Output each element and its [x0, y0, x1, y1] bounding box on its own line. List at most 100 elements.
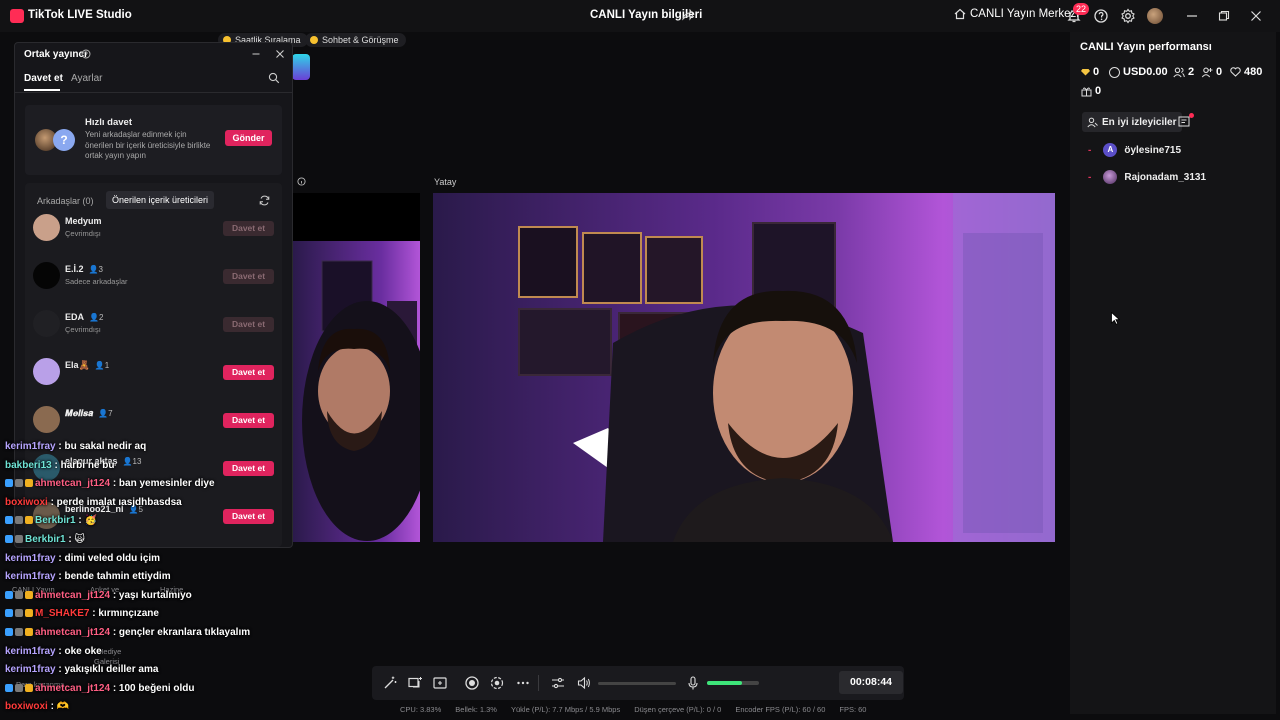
viewer-rank-dash: - [1088, 144, 1092, 156]
gift-icon [1081, 86, 1092, 96]
likes-stat: 480 [1230, 66, 1262, 78]
chat-username[interactable]: kerim1fray [5, 664, 56, 675]
invite-button[interactable]: Davet et [223, 413, 274, 428]
viewer-avatar: A [1103, 143, 1118, 157]
close-window-icon[interactable] [1248, 8, 1264, 24]
effects-thumbnail[interactable] [292, 54, 310, 80]
live-center-button[interactable]: CANLI Yayın Merkezi [954, 8, 1079, 20]
viewer-item[interactable]: - A öylesine715 [1088, 143, 1181, 157]
landscape-preview[interactable] [433, 193, 1055, 542]
user-badge-icon [15, 590, 23, 599]
user-badge-icon [25, 516, 33, 525]
microphone-icon[interactable] [685, 675, 701, 691]
chat-username[interactable]: ahmetcan_jt124 [35, 627, 110, 638]
leaderboard-icon[interactable] [1177, 113, 1194, 128]
performance-panel: CANLI Yayın performansı 0 USD0.00 2 0 48… [1070, 32, 1276, 714]
followers-stat: 0 [1201, 66, 1222, 78]
tab-suggested-creators[interactable]: Önerilen içerik üreticileri [106, 191, 215, 209]
creator-avatar[interactable] [33, 214, 60, 241]
chat-username[interactable]: ahmetcan_jt124 [35, 478, 110, 489]
chat-username[interactable]: kerim1fray [5, 441, 56, 452]
earnings-stat: USD0.00 [1109, 66, 1168, 78]
chat-username[interactable]: boxiwoxi [5, 701, 48, 712]
chat-message: kerim1fray : bu sakal nedir aq [5, 441, 146, 452]
creator-avatar[interactable] [33, 310, 60, 337]
add-source-icon[interactable] [407, 675, 423, 691]
microphone-level-fill [707, 681, 742, 685]
invite-button[interactable]: Davet et [223, 365, 274, 380]
restore-icon[interactable] [1216, 8, 1232, 24]
share-icon[interactable] [682, 9, 694, 21]
invite-button[interactable]: Davet et [223, 317, 274, 332]
quick-invite-description: Yeni arkadaşlar edinmek için önerilen bi… [85, 130, 211, 160]
portrait-preview-frame [292, 241, 420, 542]
chat-username[interactable]: kerim1fray [5, 553, 56, 564]
chat-text: : 🫶 [47, 701, 70, 713]
viewer-name: Rajonadam_3131 [1124, 171, 1207, 183]
speaker-volume-slider[interactable] [598, 682, 676, 685]
chat-text: : bu sakal nedir aq [55, 441, 147, 452]
help-icon[interactable] [1093, 8, 1109, 24]
cohost-panel: Ortak yayıncı Davet et Ayarlar ? Hızlı d… [14, 42, 293, 548]
creator-row: Medyum👤 Çevrimdışı Davet et [33, 211, 278, 245]
chat-username[interactable]: kerim1fray [5, 571, 56, 582]
quick-invite-card: ? Hızlı davet Yeni arkadaşlar edinmek iç… [25, 105, 282, 175]
user-avatar[interactable] [1147, 8, 1163, 24]
follower-count-badge: 👤2 [89, 313, 104, 322]
diamonds-stat: 0 [1081, 66, 1099, 78]
speaker-icon[interactable] [576, 675, 592, 691]
invite-button[interactable]: Davet et [223, 221, 274, 236]
user-badge-icon [15, 609, 23, 618]
magic-wand-icon[interactable] [382, 675, 398, 691]
tab-friends[interactable]: Arkadaşlar (0) [37, 196, 94, 206]
viewers-stat: 2 [1173, 66, 1194, 78]
chat-username[interactable]: M_SHAKE7 [35, 608, 89, 619]
record-icon[interactable] [464, 675, 480, 691]
chat-username[interactable]: Berkbir1 [35, 515, 76, 526]
user-badge-icon [5, 479, 13, 488]
home-icon [954, 8, 966, 20]
chat-username[interactable]: ahmetcan_jt124 [35, 590, 110, 601]
creator-avatar[interactable] [33, 262, 60, 289]
user-badge-icon [15, 535, 23, 543]
info-icon[interactable] [297, 177, 306, 186]
user-badge-icon [15, 683, 23, 692]
user-badge-icon [25, 609, 33, 618]
top-viewers-tab[interactable]: En iyi izleyiciler [1082, 112, 1183, 132]
creator-row: Ela🧸 👤1 Davet et [33, 355, 278, 389]
minimize-panel-icon[interactable] [251, 49, 261, 59]
search-icon[interactable] [268, 72, 280, 84]
chat-username[interactable]: bakberi13 [5, 460, 52, 471]
help-icon[interactable] [81, 49, 91, 59]
send-button[interactable]: Gönder [225, 130, 272, 146]
tab-invite[interactable]: Davet et [24, 73, 63, 84]
creator-avatar[interactable] [33, 406, 60, 433]
viewer-item[interactable]: - Rajonadam_3131 [1088, 170, 1206, 184]
more-options-icon[interactable] [515, 675, 531, 691]
chat-username[interactable]: ahmetcan_jt124 [35, 683, 110, 694]
audio-mixer-icon[interactable] [550, 675, 566, 691]
chat-username[interactable]: boxiwoxi [5, 497, 48, 508]
chat-call-tag[interactable]: Sohbet & Görüşme [305, 33, 406, 47]
chat-username[interactable]: kerim1fray [5, 646, 56, 657]
creator-avatar[interactable] [33, 358, 60, 385]
invite-button[interactable]: Davet et [223, 269, 274, 284]
chat-message: ahmetcan_jt124 : ban yemesinler diye [5, 478, 215, 489]
creator-row: EDA 👤2 Çevrimdışı Davet et [33, 307, 278, 341]
invite-button[interactable]: Davet et [223, 461, 274, 476]
tab-settings[interactable]: Ayarlar [71, 73, 103, 84]
refresh-icon[interactable] [259, 195, 270, 206]
user-badge-icon [5, 628, 13, 636]
settings-gear-icon[interactable] [1120, 8, 1136, 24]
invite-button[interactable]: Davet et [223, 509, 274, 524]
minimize-icon[interactable] [1184, 8, 1200, 24]
layout-icon[interactable] [432, 675, 448, 691]
highlight-icon[interactable] [489, 675, 505, 691]
portrait-preview[interactable] [292, 193, 420, 542]
creator-name: EDA 👤2 [65, 312, 104, 322]
chat-text: : 🙀 [65, 534, 85, 545]
chat-username[interactable]: Berkbir1 [25, 534, 66, 545]
creator-name: Medyum👤 [65, 216, 102, 226]
notification-badge: 22 [1073, 3, 1090, 15]
close-panel-icon[interactable] [275, 49, 285, 59]
